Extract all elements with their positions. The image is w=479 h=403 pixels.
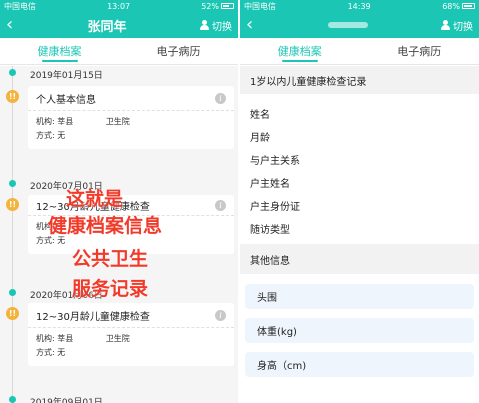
timeline-line: [12, 66, 13, 403]
section-title: 1岁以内儿童健康检查记录: [240, 66, 479, 94]
field-householder-id: 户主身份证: [250, 202, 300, 213]
field-name: 姓名: [250, 110, 270, 121]
field-relation: 与户主关系: [250, 156, 300, 167]
info-icon[interactable]: i: [215, 309, 226, 321]
switch-user-button[interactable]: 切换: [425, 18, 473, 33]
battery: 68%: [442, 2, 475, 11]
switch-user-button[interactable]: 切换: [184, 18, 232, 33]
mode-value: 无: [57, 348, 66, 357]
battery: 52%: [201, 2, 234, 11]
mode-label: 方式:: [36, 348, 55, 357]
info-icon[interactable]: i: [215, 92, 226, 104]
battery-text: 52%: [201, 1, 219, 11]
height-field[interactable]: 身高（cm): [245, 352, 474, 377]
org-value: 莘县: [57, 117, 74, 126]
card-title: 12~30月龄儿童健康检查: [36, 311, 150, 323]
status-bar: 中国电信 14:39 68%: [240, 0, 479, 12]
tab-label: 健康档案: [37, 45, 82, 58]
overlay-line: 公共卫生: [72, 248, 149, 270]
tab-label: 电子病历: [397, 45, 442, 58]
record-card[interactable]: 个人基本信息 i 机构: 莘县 卫生院 方式: 无: [28, 86, 234, 149]
header: 中国电信 13:07 52% ‹ 张同年 切换: [0, 0, 238, 38]
tab-bar: 健康档案 电子病历: [0, 38, 238, 65]
mode-row: 方式: 无: [36, 129, 226, 143]
header: 中国电信 14:39 68% ‹ 切换: [240, 0, 479, 38]
tab-bar: 健康档案 电子病历: [240, 38, 479, 65]
tab-label: 健康档案: [277, 45, 322, 58]
weight-field[interactable]: 体重(kg): [245, 318, 474, 343]
record-badge-icon: !!: [6, 198, 19, 211]
entry-date: 2019年01月15日: [30, 71, 103, 81]
switch-label: 切换: [212, 21, 232, 33]
person-icon: [440, 20, 451, 30]
tab-health-record[interactable]: 健康档案: [0, 38, 119, 64]
page-title: 张同年: [87, 19, 127, 35]
mode-value: 无: [57, 131, 66, 140]
head-circumference-field[interactable]: 头围: [245, 284, 474, 309]
record-badge-icon: !!: [6, 90, 19, 103]
timeline-dot: [9, 180, 16, 187]
page-title: [270, 18, 425, 33]
active-tab-underline: [41, 60, 78, 62]
record-badge-icon: !!: [6, 307, 19, 320]
overlay-line: 健康档案信息: [48, 215, 163, 237]
back-chevron-icon[interactable]: ‹: [6, 16, 30, 34]
carrier-text: 中国电信: [4, 1, 36, 11]
status-bar: 中国电信 13:07 52%: [0, 0, 238, 12]
overlay-line: 服务记录: [72, 278, 149, 300]
field-age-months: 月龄: [250, 133, 270, 144]
timeline-dot: [9, 289, 16, 296]
org-label: 机构:: [36, 117, 55, 126]
info-icon[interactable]: i: [215, 199, 226, 211]
tab-health-record[interactable]: 健康档案: [240, 38, 360, 64]
nav-bar: ‹ 切换: [240, 12, 479, 38]
battery-icon: [221, 2, 234, 9]
switch-label: 切换: [453, 21, 473, 33]
timeline[interactable]: 2019年01月15日 !! 个人基本信息 i 机构: 莘县 卫生院 方式: 无 …: [0, 66, 238, 403]
org-suffix: 卫生院: [105, 117, 130, 126]
tab-medical-record[interactable]: 电子病历: [360, 38, 479, 64]
right-phone-screen: 中国电信 14:39 68% ‹ 切换 健康档案 电子病历 1岁以内儿童健康检查…: [240, 0, 479, 403]
tab-label: 电子病历: [156, 45, 201, 58]
timeline-dot: [9, 69, 16, 76]
other-info-title: 其他信息: [240, 244, 479, 274]
org-row: 机构: 莘县 卫生院: [36, 115, 226, 129]
blurred-name: [327, 22, 368, 28]
entry-date: 2019年09月01日: [30, 398, 103, 403]
nav-bar: ‹ 张同年 切换: [0, 12, 238, 38]
overlay-line: 这就是: [66, 188, 124, 210]
org-row: 机构: 莘县 卫生院: [36, 332, 226, 346]
field-followup-type: 随访类型: [250, 225, 290, 236]
clock: 14:39: [347, 1, 371, 11]
field-householder-name: 户主姓名: [250, 179, 290, 190]
battery-icon: [462, 2, 475, 9]
org-value: 莘县: [57, 334, 74, 343]
card-title: 个人基本信息: [36, 94, 96, 106]
mode-row: 方式: 无: [36, 346, 226, 360]
org-suffix: 卫生院: [105, 334, 130, 343]
record-card[interactable]: 12~30月龄儿童健康检查 i 机构: 莘县 卫生院 方式: 无: [28, 303, 234, 366]
active-tab-underline: [281, 60, 318, 62]
timeline-dot: [9, 396, 16, 403]
battery-text: 68%: [442, 1, 460, 11]
mode-label: 方式:: [36, 131, 55, 140]
clock: 13:07: [107, 1, 131, 11]
record-detail[interactable]: 1岁以内儿童健康检查记录 姓名 月龄 与户主关系 户主姓名 户主身份证 随访类型…: [240, 66, 479, 403]
person-icon: [199, 20, 210, 30]
left-phone-screen: 中国电信 13:07 52% ‹ 张同年 切换 健康档案 电子病历 2019年0…: [0, 0, 239, 403]
back-chevron-icon[interactable]: ‹: [246, 16, 270, 34]
carrier-text: 中国电信: [244, 1, 276, 11]
org-label: 机构:: [36, 334, 55, 343]
tab-medical-record[interactable]: 电子病历: [119, 38, 238, 64]
